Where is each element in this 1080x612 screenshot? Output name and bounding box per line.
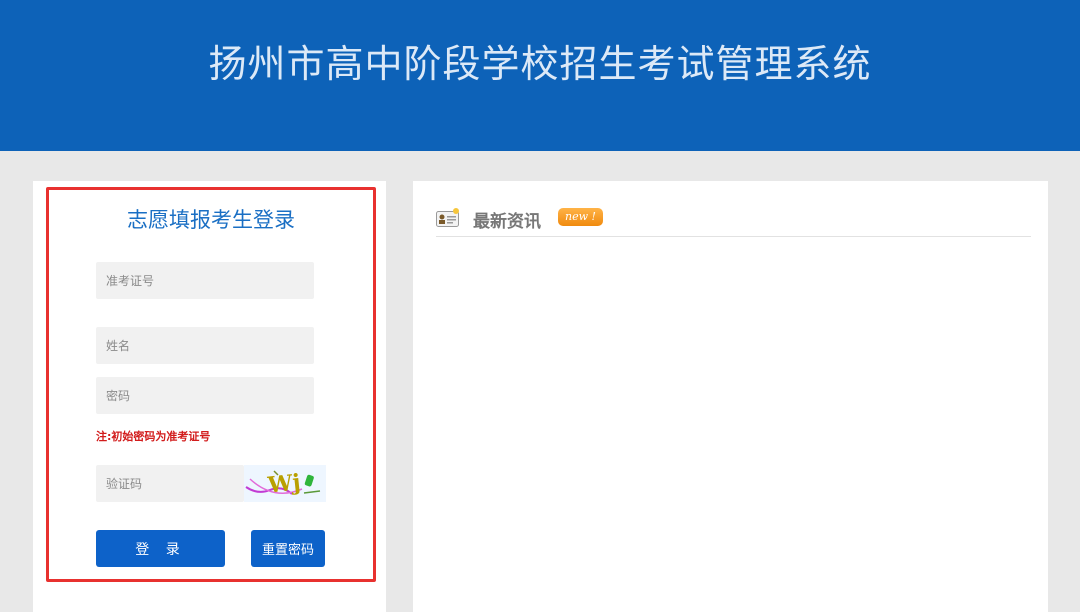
login-button[interactable]: 登 录 (96, 530, 225, 567)
news-panel: 最新资讯 new ! (413, 181, 1048, 612)
header-banner: 扬州市高中阶段学校招生考试管理系统 (0, 0, 1080, 151)
new-badge: new ! (558, 208, 603, 226)
captcha-image[interactable]: Wj (244, 465, 326, 502)
login-form: 志愿填报考生登录 注:初始密码为准考证号 Wj 登 录 重置密码 (46, 187, 376, 582)
exam-id-input[interactable] (96, 262, 314, 299)
news-card-icon (436, 208, 460, 228)
reset-password-button[interactable]: 重置密码 (251, 530, 325, 567)
captcha-input[interactable] (96, 465, 244, 502)
captcha-text: Wj (266, 469, 302, 498)
password-note: 注:初始密码为准考证号 (96, 430, 211, 443)
news-header: 最新资讯 new ! (436, 205, 1031, 237)
captcha-graphic: Wj (245, 469, 321, 499)
system-title: 扬州市高中阶段学校招生考试管理系统 (208, 42, 872, 86)
name-input[interactable] (96, 327, 314, 364)
login-title: 志愿填报考生登录 (127, 208, 295, 232)
news-title: 最新资讯 (473, 212, 541, 232)
login-panel: 志愿填报考生登录 注:初始密码为准考证号 Wj 登 录 重置密码 (33, 181, 386, 612)
password-input[interactable] (96, 377, 314, 414)
